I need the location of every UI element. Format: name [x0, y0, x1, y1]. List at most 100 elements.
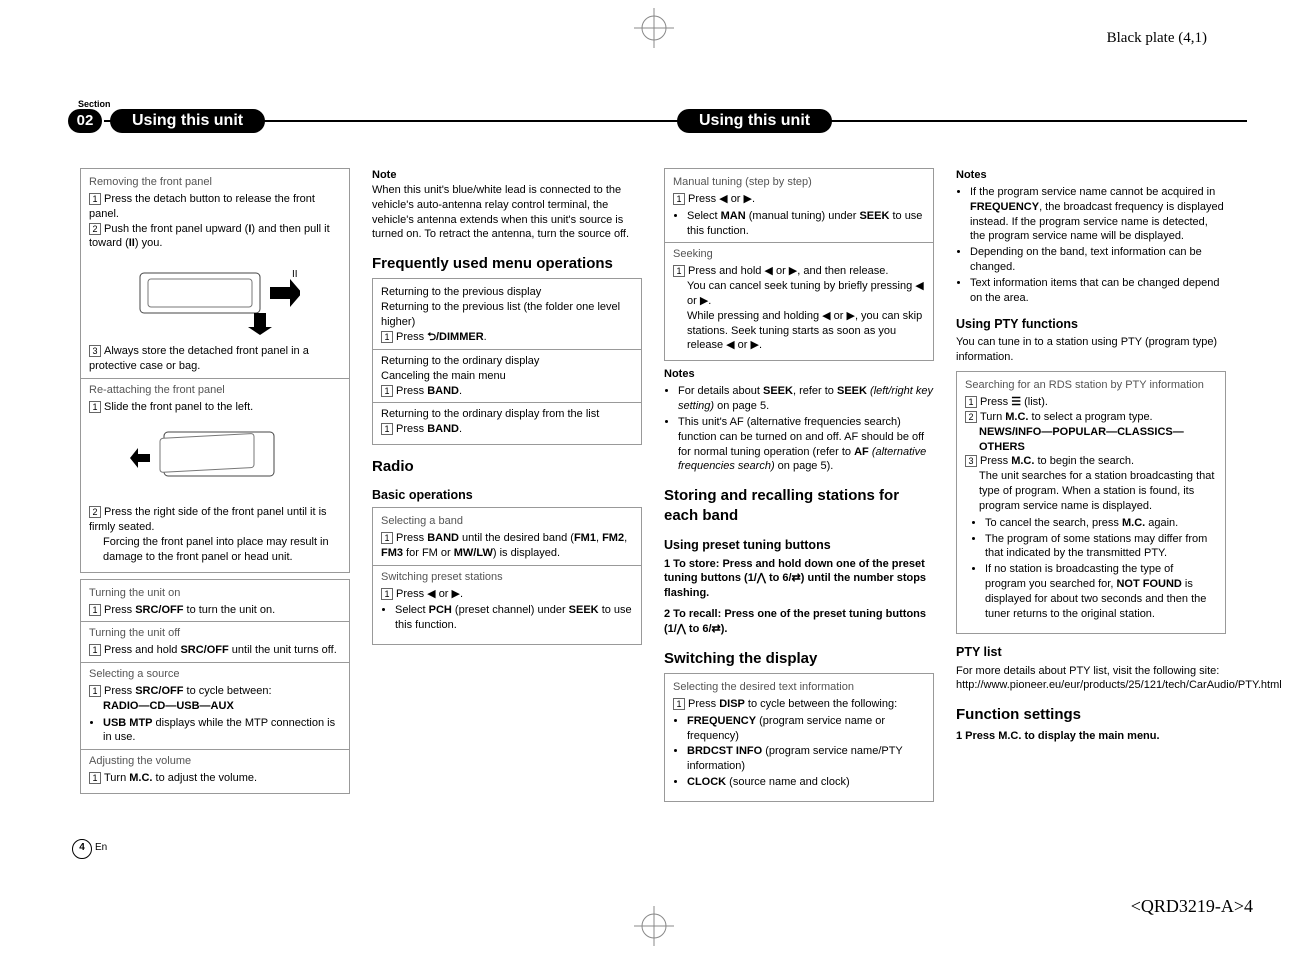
pty-intro: You can tune in to a station using PTY (… [956, 335, 1226, 365]
step-text: Press SRC/OFF to cycle between: [104, 685, 272, 697]
numbered-step: 1 Press M.C. to display the main menu. [956, 729, 1226, 744]
pty-more-text: For more details about PTY list, visit t… [956, 664, 1226, 679]
step-text: Press and hold SRC/OFF until the unit tu… [104, 644, 337, 656]
page-number-circle: 4 [72, 839, 92, 859]
notes-heading: Notes [664, 367, 934, 382]
bullet: To cancel the search, press M.C. again. [985, 516, 1217, 531]
bullet: FREQUENCY (program service name or frequ… [687, 714, 925, 744]
step-number: 1 [89, 644, 101, 656]
note-bullet: This unit's AF (alternative frequencies … [678, 415, 934, 474]
box-head: Adjusting the volume [89, 754, 341, 769]
bullet: BRDCST INFO (program service name/PTY in… [687, 744, 925, 774]
column-3: Manual tuning (step by step) 1Press ◀ or… [664, 168, 934, 808]
heading-pty-functions: Using PTY functions [956, 316, 1226, 333]
box-display-info: Selecting the desired text information 1… [664, 673, 934, 802]
note-bullet: For details about SEEK, refer to SEEK (l… [678, 384, 934, 414]
heading-basic-ops: Basic operations [372, 487, 642, 504]
bullet: Select MAN (manual tuning) under SEEK to… [687, 209, 925, 239]
note-bullet: If the program service name cannot be ac… [970, 185, 1226, 244]
box-head: Selecting a band [381, 514, 633, 529]
heading-switch-display: Switching the display [664, 649, 934, 669]
pty-url: http://www.pioneer.eu/eur/products/25/12… [956, 678, 1226, 693]
step-text: Slide the front panel to the left. [104, 401, 253, 413]
page-number: 4En [72, 839, 107, 859]
note-bullet: Depending on the band, text information … [970, 245, 1226, 275]
step-number: 1 [673, 698, 685, 710]
box-head: Selecting the desired text information [673, 680, 925, 695]
box-head: Re-attaching the front panel [89, 383, 341, 398]
step-subtext: You can cancel seek tuning by briefly pr… [673, 279, 925, 309]
bullet: USB MTP displays while the MTP connectio… [103, 716, 341, 746]
list-icon: ☰ [1011, 396, 1021, 408]
heading-pty-list: PTY list [956, 644, 1226, 661]
black-plate-label: Black plate (4,1) [1107, 28, 1207, 48]
note-heading: Note [372, 168, 642, 183]
step-number: 1 [381, 385, 393, 397]
line: Canceling the main menu [381, 369, 633, 384]
diagram-remove-panel-icon: II I [89, 255, 341, 340]
column-2: Note When this unit's blue/white lead is… [372, 168, 642, 808]
step-number: 1 [381, 532, 393, 544]
step-number: 2 [965, 411, 977, 423]
column-1: Removing the front panel 1Press the deta… [80, 168, 350, 808]
bullet: The program of some stations may differ … [985, 532, 1217, 562]
title-divider [104, 120, 1247, 122]
bullet: If no station is broadcasting the type o… [985, 562, 1217, 621]
step-number: 1 [89, 193, 101, 205]
step-text: Press and hold ◀ or ▶, and then release. [688, 265, 888, 277]
step-number: 1 [89, 685, 101, 697]
step-text: Press the right side of the front panel … [89, 506, 327, 533]
step-text: Press M.C. to begin the search. [980, 455, 1134, 467]
step-text: Press BAND. [396, 385, 462, 397]
svg-text:II: II [292, 269, 298, 280]
pty-chain: NEWS/INFO—POPULAR—CLASSICS—OTHERS [965, 425, 1217, 455]
box-head: Searching for an RDS station by PTY info… [965, 378, 1217, 393]
step-text: Always store the detached front panel in… [89, 345, 309, 372]
box-head: Removing the front panel [89, 175, 341, 190]
step-text: Press the detach button to release the f… [89, 193, 315, 220]
registration-mark-top-icon [634, 8, 674, 48]
note-text: When this unit's blue/white lead is conn… [372, 183, 642, 242]
box-head: Turning the unit off [89, 626, 341, 641]
step-text: Turn M.C. to select a program type. [980, 411, 1153, 423]
page-title-right: Using this unit [677, 109, 832, 133]
box-menu-ops: Returning to the previous display Return… [372, 278, 642, 445]
box-front-panel: Removing the front panel 1Press the deta… [80, 168, 350, 573]
step-number: 1 [381, 331, 393, 343]
line: Returning to the previous display [381, 285, 633, 300]
step-text: Press ◀ or ▶. [688, 193, 755, 205]
footer-code: <QRD3219-A>4 [1131, 894, 1253, 918]
step-text: Press ☰ (list). [980, 396, 1048, 408]
step-number: 1 [381, 423, 393, 435]
line: Returning to the ordinary display [381, 354, 633, 369]
step-number: 1 [673, 265, 685, 277]
bullet: CLOCK (source name and clock) [687, 775, 925, 790]
box-head: Seeking [673, 247, 925, 262]
section-number-badge: 02 [68, 109, 102, 133]
box-radio-basics: Selecting a band 1Press BAND until the d… [372, 507, 642, 645]
step-number: 1 [673, 193, 685, 205]
box-head: Switching preset stations [381, 570, 633, 585]
box-head: Manual tuning (step by step) [673, 175, 925, 190]
step-text: Turn M.C. to adjust the volume. [104, 772, 257, 784]
diagram-attach-panel-icon [89, 418, 341, 501]
step-subtext: While pressing and holding ◀ or ▶, you c… [673, 309, 925, 354]
step-text: Press SRC/OFF to turn the unit on. [104, 604, 275, 616]
heading-function-settings: Function settings [956, 705, 1226, 725]
bullet: Select PCH (preset channel) under SEEK t… [395, 603, 633, 633]
step-number: 2 [89, 223, 101, 235]
step-text: Press ◀ or ▶. [396, 588, 463, 600]
box-head: Selecting a source [89, 667, 341, 682]
step-text: Press DISP to cycle between the followin… [688, 698, 897, 710]
line: Returning to the ordinary display from t… [381, 407, 633, 422]
heading-radio: Radio [372, 457, 642, 477]
step-text: Push the front panel upward (I) and then… [89, 223, 330, 250]
numbered-step: 2 To recall: Press one of the preset tun… [664, 607, 934, 637]
box-tuning: Manual tuning (step by step) 1Press ◀ or… [664, 168, 934, 361]
column-4: Notes If the program service name cannot… [956, 168, 1226, 808]
heading-preset-buttons: Using preset tuning buttons [664, 537, 934, 554]
step-text: Press BAND. [396, 423, 462, 435]
step-subtext: The unit searches for a station broadcas… [965, 469, 1217, 514]
registration-mark-bottom-icon [634, 906, 674, 946]
source-chain: RADIO—CD—USB—AUX [89, 699, 341, 714]
